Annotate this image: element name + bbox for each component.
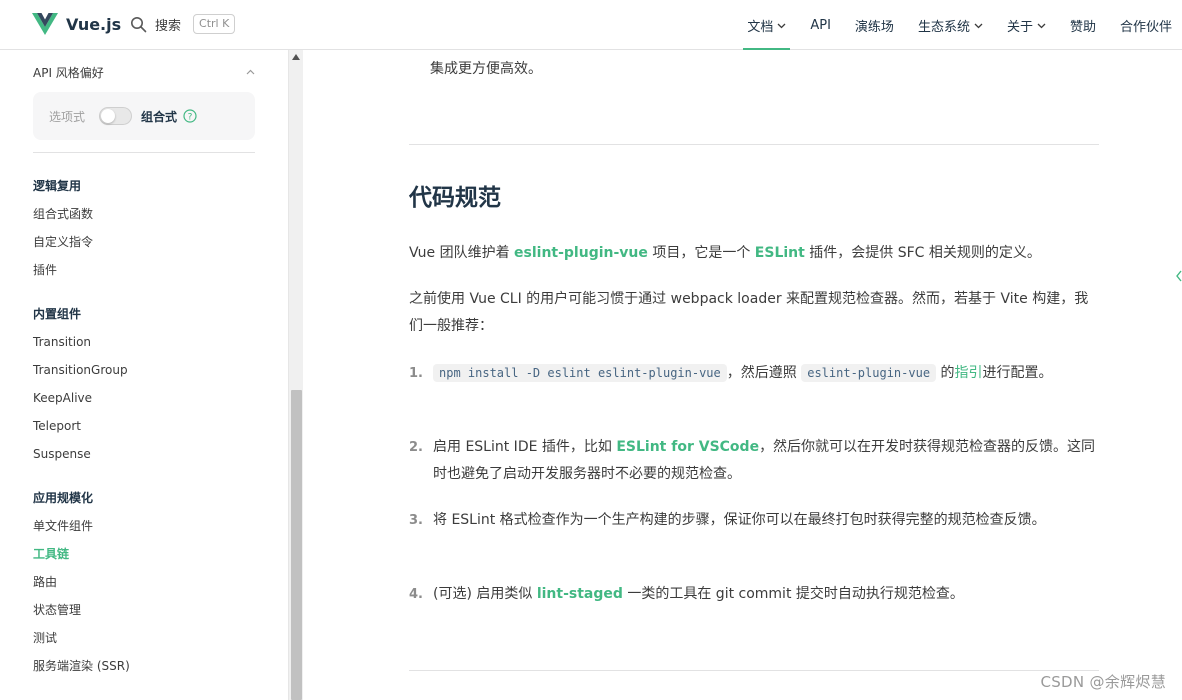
sidebar-item-plugins[interactable]: 插件 bbox=[33, 256, 273, 284]
sidebar-item-suspense[interactable]: Suspense bbox=[33, 440, 273, 468]
text-run: (可选) 启用类似 bbox=[433, 586, 537, 602]
nav-item-ecosystem[interactable]: 生态系统 bbox=[918, 0, 983, 50]
install-command-code: npm install -D eslint eslint-plugin-vue bbox=[433, 364, 727, 382]
section-heading: 代码规范 bbox=[409, 185, 501, 211]
nav-item-label: 演练场 bbox=[854, 19, 894, 35]
section-divider bbox=[409, 670, 1099, 671]
chevron-down-icon bbox=[974, 23, 983, 28]
sidebar-item-custom-directives[interactable]: 自定义指令 bbox=[33, 228, 273, 256]
search-icon bbox=[131, 16, 147, 32]
previous-paragraph-tail: 集成更方便高效。 bbox=[430, 61, 542, 77]
guide-link[interactable]: 指引 bbox=[955, 365, 983, 381]
list-number: 3. bbox=[409, 513, 423, 528]
page: Vue.js 搜索 Ctrl K 文档 API 演练场 生态系统 关于 赞助 合… bbox=[0, 0, 1182, 700]
api-preference-header[interactable]: API 风格偏好 bbox=[33, 64, 255, 81]
nav-item-partners[interactable]: 合作伙伴 bbox=[1120, 0, 1172, 50]
text-run: 的 bbox=[936, 365, 955, 381]
sidebar-group-scaling-up: 应用规模化 单文件组件 工具链 路由 状态管理 测试 服务端渲染 (SSR) bbox=[33, 484, 273, 680]
nav-menu: 文档 API 演练场 生态系统 关于 赞助 合作伙伴 bbox=[723, 0, 1172, 50]
text-run: ，然后遵照 bbox=[726, 365, 802, 381]
nav-item-label: 合作伙伴 bbox=[1119, 19, 1172, 35]
list-item-text: npm install -D eslint eslint-plugin-vue，… bbox=[433, 360, 1099, 387]
eslint-plugin-vue-link[interactable]: eslint-plugin-vue bbox=[514, 245, 648, 261]
list-item: 2. 启用 ESLint IDE 插件，比如 ESLint for VSCode… bbox=[409, 434, 1099, 488]
nav-item-playground[interactable]: 演练场 bbox=[855, 0, 894, 50]
list-number: 1. bbox=[409, 366, 423, 381]
toggle-knob bbox=[101, 109, 116, 123]
sidebar-item-composables[interactable]: 组合式函数 bbox=[33, 200, 273, 228]
api-preference-switch-box: 选项式 组合式 ? bbox=[33, 92, 255, 140]
api-preference-title: API 风格偏好 bbox=[33, 66, 104, 80]
search-label: 搜索 bbox=[155, 18, 182, 34]
section-divider bbox=[409, 144, 1099, 145]
nav-item-api[interactable]: API bbox=[810, 0, 831, 50]
sidebar-item-transition[interactable]: Transition bbox=[33, 328, 273, 356]
sidebar-item-transition-group[interactable]: TransitionGroup bbox=[33, 356, 273, 384]
brand-logo-link[interactable]: Vue.js bbox=[32, 11, 121, 37]
text-run: 项目，它是一个 bbox=[647, 245, 755, 261]
sidebar-item-routing[interactable]: 路由 bbox=[33, 568, 273, 596]
search-shortcut-badge: Ctrl K bbox=[193, 14, 236, 34]
nav-item-label: 关于 bbox=[1006, 19, 1033, 35]
api-style-toggle[interactable] bbox=[99, 107, 133, 125]
intro-paragraph: Vue 团队维护着 eslint-plugin-vue 项目，它是一个 ESLi… bbox=[409, 240, 1099, 267]
sidebar-group-built-ins: 内置组件 Transition TransitionGroup KeepAliv… bbox=[33, 300, 273, 468]
nav-item-docs[interactable]: 文档 bbox=[743, 0, 791, 50]
nav-item-label: 文档 bbox=[747, 19, 774, 35]
vue-logo-icon bbox=[32, 13, 58, 35]
sidebar-group-reuse: 逻辑复用 组合式函数 自定义指令 插件 bbox=[33, 172, 273, 284]
svg-text:?: ? bbox=[188, 113, 193, 123]
plugin-name-code: eslint-plugin-vue bbox=[801, 364, 937, 382]
sidebar-item-sfc[interactable]: 单文件组件 bbox=[33, 512, 273, 540]
list-item: 1. npm install -D eslint eslint-plugin-v… bbox=[409, 360, 1099, 387]
list-item-text: 将 ESLint 格式检查作为一个生产构建的步骤，保证你可以在最终打包时获得完整… bbox=[433, 512, 1046, 528]
sidebar-group-title: 逻辑复用 bbox=[33, 179, 82, 193]
nav-item-label: API bbox=[810, 17, 831, 33]
watermark: CSDN @余辉烬慧 bbox=[1040, 673, 1166, 691]
nav-item-label: 赞助 bbox=[1069, 19, 1096, 35]
sidebar-divider bbox=[33, 152, 255, 153]
text-run: 一类的工具在 git commit 提交时自动执行规范检查。 bbox=[622, 586, 964, 602]
eslint-vscode-link[interactable]: ESLint for VSCode bbox=[616, 439, 759, 455]
sidebar-item-testing[interactable]: 测试 bbox=[33, 624, 273, 652]
scrollbar-thumb[interactable] bbox=[291, 390, 302, 700]
sidebar: API 风格偏好 选项式 组合式 ? 逻辑复用 组合式函数 自定义指令 插件 内… bbox=[0, 50, 288, 700]
text-run: 启用 ESLint IDE 插件，比如 bbox=[433, 439, 617, 455]
nav-item-label: 生态系统 bbox=[917, 19, 970, 35]
scroll-up-arrow-icon[interactable] bbox=[292, 54, 300, 60]
text-run: 插件，会提供 SFC 相关规则的定义。 bbox=[804, 245, 1041, 261]
sidebar-item-keepalive[interactable]: KeepAlive bbox=[33, 384, 273, 412]
text-run: Vue 团队维护着 bbox=[409, 245, 515, 261]
list-item: 3. 将 ESLint 格式检查作为一个生产构建的步骤，保证你可以在最终打包时获… bbox=[409, 507, 1099, 534]
sidebar-group-title: 内置组件 bbox=[33, 307, 82, 321]
list-item-text: (可选) 启用类似 lint-staged 一类的工具在 git commit … bbox=[433, 581, 1099, 608]
sidebar-item-teleport[interactable]: Teleport bbox=[33, 412, 273, 440]
nav-item-sponsor[interactable]: 赞助 bbox=[1070, 0, 1096, 50]
text-run: 进行配置。 bbox=[982, 365, 1053, 381]
nav-item-about[interactable]: 关于 bbox=[1007, 0, 1046, 50]
search-button[interactable]: 搜索 Ctrl K bbox=[130, 12, 236, 36]
list-number: 2. bbox=[409, 440, 423, 455]
list-number: 4. bbox=[409, 587, 423, 602]
chevron-left-icon[interactable] bbox=[1176, 270, 1182, 282]
vite-paragraph: 之前使用 Vue CLI 的用户可能习惯于通过 webpack loader 来… bbox=[409, 291, 1089, 334]
composition-api-label[interactable]: 组合式 bbox=[141, 108, 177, 125]
sidebar-item-state-management[interactable]: 状态管理 bbox=[33, 596, 273, 624]
sidebar-item-ssr[interactable]: 服务端渲染 (SSR) bbox=[33, 652, 273, 680]
sidebar-group-title: 应用规模化 bbox=[33, 491, 94, 505]
chevron-down-icon bbox=[777, 23, 786, 28]
chevron-down-icon bbox=[1037, 23, 1046, 28]
sidebar-item-tooling[interactable]: 工具链 bbox=[33, 540, 273, 568]
list-item-text: 启用 ESLint IDE 插件，比如 ESLint for VSCode，然后… bbox=[433, 434, 1099, 488]
chevron-up-icon bbox=[246, 69, 255, 75]
top-nav: Vue.js 搜索 Ctrl K 文档 API 演练场 生态系统 关于 赞助 合… bbox=[0, 0, 1182, 50]
sidebar-scrollbar[interactable] bbox=[288, 50, 303, 700]
lint-staged-link[interactable]: lint-staged bbox=[537, 586, 623, 602]
list-item: 4. (可选) 启用类似 lint-staged 一类的工具在 git comm… bbox=[409, 581, 1099, 608]
eslint-link[interactable]: ESLint bbox=[755, 245, 805, 261]
brand-name: Vue.js bbox=[66, 14, 122, 34]
main-content: 集成更方便高效。 代码规范 Vue 团队维护着 eslint-plugin-vu… bbox=[303, 50, 1182, 700]
options-api-label[interactable]: 选项式 bbox=[49, 108, 85, 125]
help-icon[interactable]: ? bbox=[183, 109, 197, 123]
